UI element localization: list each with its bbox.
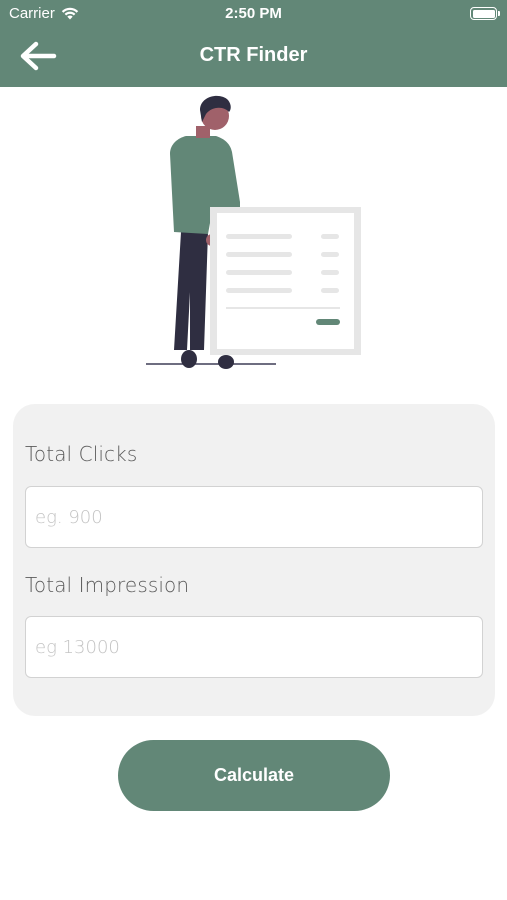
total-impression-label: Total Impression [25,573,190,597]
total-clicks-input[interactable] [25,486,483,548]
status-time: 2:50 PM [225,5,282,22]
page-title: CTR Finder [199,44,308,66]
status-bar: Carrier 2:50 PM [0,0,507,28]
calculate-button[interactable]: Calculate [118,740,390,811]
total-clicks-label: Total Clicks [25,442,138,466]
person-with-report-illustration [146,95,361,369]
total-impression-input[interactable] [25,616,483,678]
app-header: Carrier 2:50 PM CTR Finder [0,0,507,87]
battery-level [472,9,495,18]
ctr-form-card: Total Clicks Total Impression [13,404,495,716]
battery-icon [470,7,500,20]
